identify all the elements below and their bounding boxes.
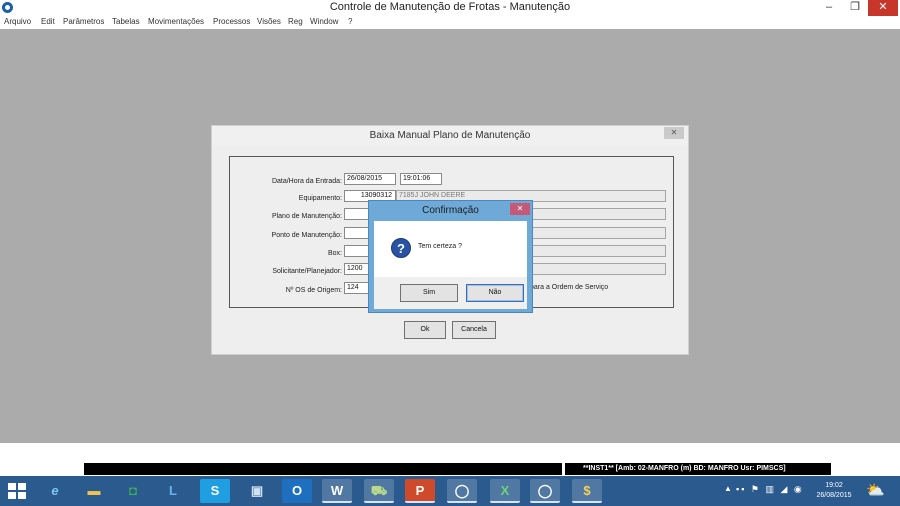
dialog-title: Baixa Manual Plano de Manutenção xyxy=(212,126,688,146)
menu-movimentacoes[interactable]: Movimentações xyxy=(148,17,204,26)
cancel-button[interactable]: Cancela xyxy=(452,321,496,339)
close-button[interactable]: ✕ xyxy=(868,0,898,16)
confirmation-title: Confirmação xyxy=(422,205,479,216)
data-entrada-field[interactable]: 26/08/2015 xyxy=(344,173,396,185)
ok-button[interactable]: Ok xyxy=(404,321,446,339)
confirmation-dialog: Confirmação ✕ ? Tem certeza ? Sim Não xyxy=(368,200,533,313)
app-circle-icon-2[interactable]: ◯ xyxy=(530,479,560,503)
label-plano: Plano de Manutenção: xyxy=(271,213,342,220)
menu-help[interactable]: ? xyxy=(348,17,352,26)
tray-icons[interactable]: ▪▪ ⚑ ▥ ◢ ◉ xyxy=(736,484,804,495)
weather-icon[interactable]: ⛅ xyxy=(866,481,885,499)
app-circle-icon[interactable]: ◯ xyxy=(447,479,477,503)
fleet-app-icon[interactable]: ⛟ xyxy=(364,479,394,503)
menu-window[interactable]: Window xyxy=(310,17,338,26)
restore-button[interactable]: ❐ xyxy=(846,0,864,16)
confirmation-body: ? Tem certeza ? xyxy=(374,221,527,277)
confirmation-close-button[interactable]: ✕ xyxy=(510,203,530,215)
label-data-hora: Data/Hora da Entrada: xyxy=(271,178,342,185)
skype-icon[interactable]: S xyxy=(200,479,230,503)
label-box: Box: xyxy=(327,250,342,257)
confirmation-message: Tem certeza ? xyxy=(418,243,462,250)
taskbar: e ▬ ◘ L S ▣ O W ⛟ P ◯ X ◯ $ ▲ ▪▪ ⚑ ▥ ◢ ◉… xyxy=(0,476,900,506)
label-ponto: Ponto de Manutenção: xyxy=(271,232,342,239)
menu-edit[interactable]: Edit xyxy=(41,17,55,26)
sim-button[interactable]: Sim xyxy=(400,284,458,302)
file-explorer-icon[interactable]: ▬ xyxy=(79,479,109,503)
minimize-button[interactable]: – xyxy=(820,0,838,16)
hora-entrada-field[interactable]: 19:01:06 xyxy=(400,173,442,185)
remote-desktop-icon[interactable]: ▣ xyxy=(242,479,272,503)
label-os-origem: Nº OS de Origem: xyxy=(285,287,342,294)
menu-processos[interactable]: Processos xyxy=(213,17,250,26)
powerpoint-icon[interactable]: P xyxy=(405,479,435,503)
label-equipamento: Equipamento: xyxy=(298,195,342,202)
money-app-icon[interactable]: $ xyxy=(572,479,602,503)
clock[interactable]: 19:02 26/08/2015 xyxy=(814,481,854,501)
confirmation-footer: Sim Não xyxy=(374,277,527,309)
window-title: Controle de Manutenção de Frotas - Manut… xyxy=(329,1,571,13)
clock-date: 26/08/2015 xyxy=(816,492,852,499)
menu-parametros[interactable]: Parâmetros xyxy=(63,17,104,26)
menu-tabelas[interactable]: Tabelas xyxy=(112,17,140,26)
outlook-icon[interactable]: O xyxy=(282,479,312,503)
excel-icon[interactable]: X xyxy=(490,479,520,503)
os-note: para a Ordem de Serviço xyxy=(530,284,609,291)
dialog-close-button[interactable]: ✕ xyxy=(664,127,684,139)
word-icon[interactable]: W xyxy=(322,479,352,503)
status-environment: **INST1** [Amb: 02-MANFRO (m) BD: MANFRO… xyxy=(565,463,831,475)
nao-button[interactable]: Não xyxy=(466,284,524,302)
tray-overflow-icon[interactable]: ▲ xyxy=(724,484,732,493)
question-icon: ? xyxy=(391,238,411,258)
menu-arquivo[interactable]: Arquivo xyxy=(4,17,31,26)
label-solicitante: Solicitante/Planejador: xyxy=(272,268,342,275)
title-bar: Controle de Manutenção de Frotas - Manut… xyxy=(0,0,900,16)
menu-reg[interactable]: Reg xyxy=(288,17,303,26)
lync-icon[interactable]: L xyxy=(158,479,188,503)
internet-explorer-icon[interactable]: e xyxy=(40,479,70,503)
status-bar: **INST1** [Amb: 02-MANFRO (m) BD: MANFRO… xyxy=(0,443,900,476)
menu-visoes[interactable]: Visões xyxy=(257,17,281,26)
start-button[interactable] xyxy=(8,483,26,499)
menu-bar: Arquivo Edit Parâmetros Tabelas Moviment… xyxy=(0,16,900,29)
clock-time: 19:02 xyxy=(825,482,843,489)
store-icon[interactable]: ◘ xyxy=(118,479,148,503)
status-panel xyxy=(84,463,562,475)
